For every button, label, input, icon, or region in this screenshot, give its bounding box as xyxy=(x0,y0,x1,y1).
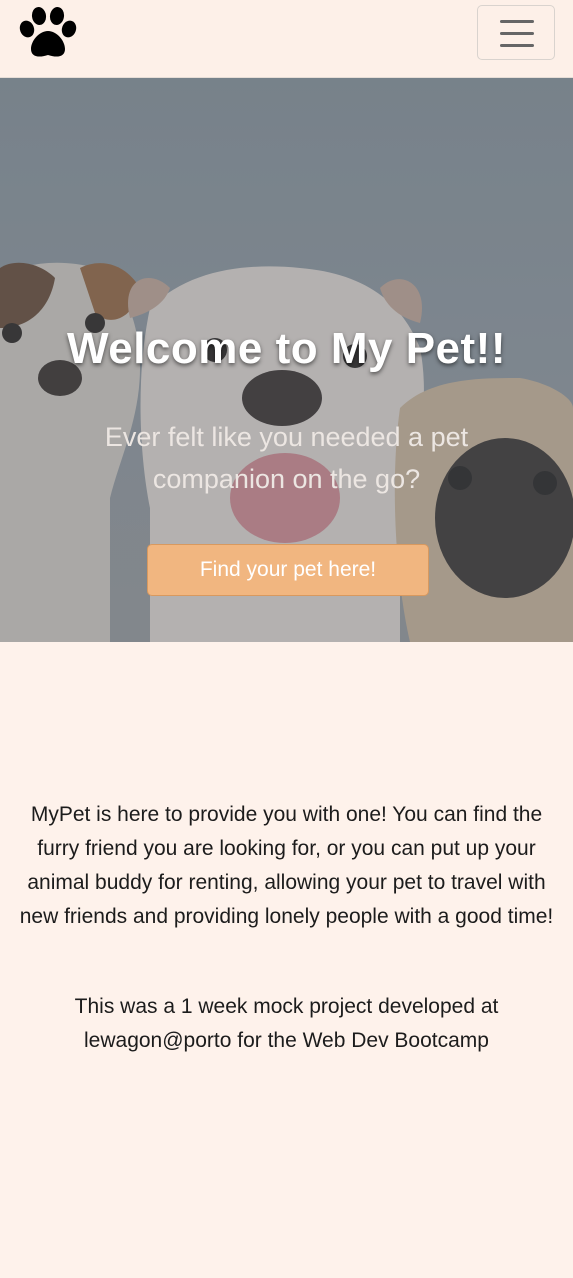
about-paragraph: MyPet is here to provide you with one! Y… xyxy=(19,803,554,928)
navbar xyxy=(0,0,573,78)
hero-subtitle: Ever felt like you needed a pet companio… xyxy=(104,422,469,494)
hamburger-menu-icon xyxy=(500,20,534,23)
paw-icon[interactable] xyxy=(19,7,77,59)
menu-toggle-button[interactable] xyxy=(477,5,555,60)
hero-banner: Welcome to My Pet!! Ever felt like you n… xyxy=(0,78,573,642)
find-pet-button[interactable]: Find your pet here! xyxy=(147,544,429,596)
project-credit-paragraph: This was a 1 week mock project developed… xyxy=(74,995,499,1052)
about-section: MyPet is here to provide you with one! Y… xyxy=(0,642,573,1278)
hero-title: Welcome to My Pet!! xyxy=(67,324,506,373)
